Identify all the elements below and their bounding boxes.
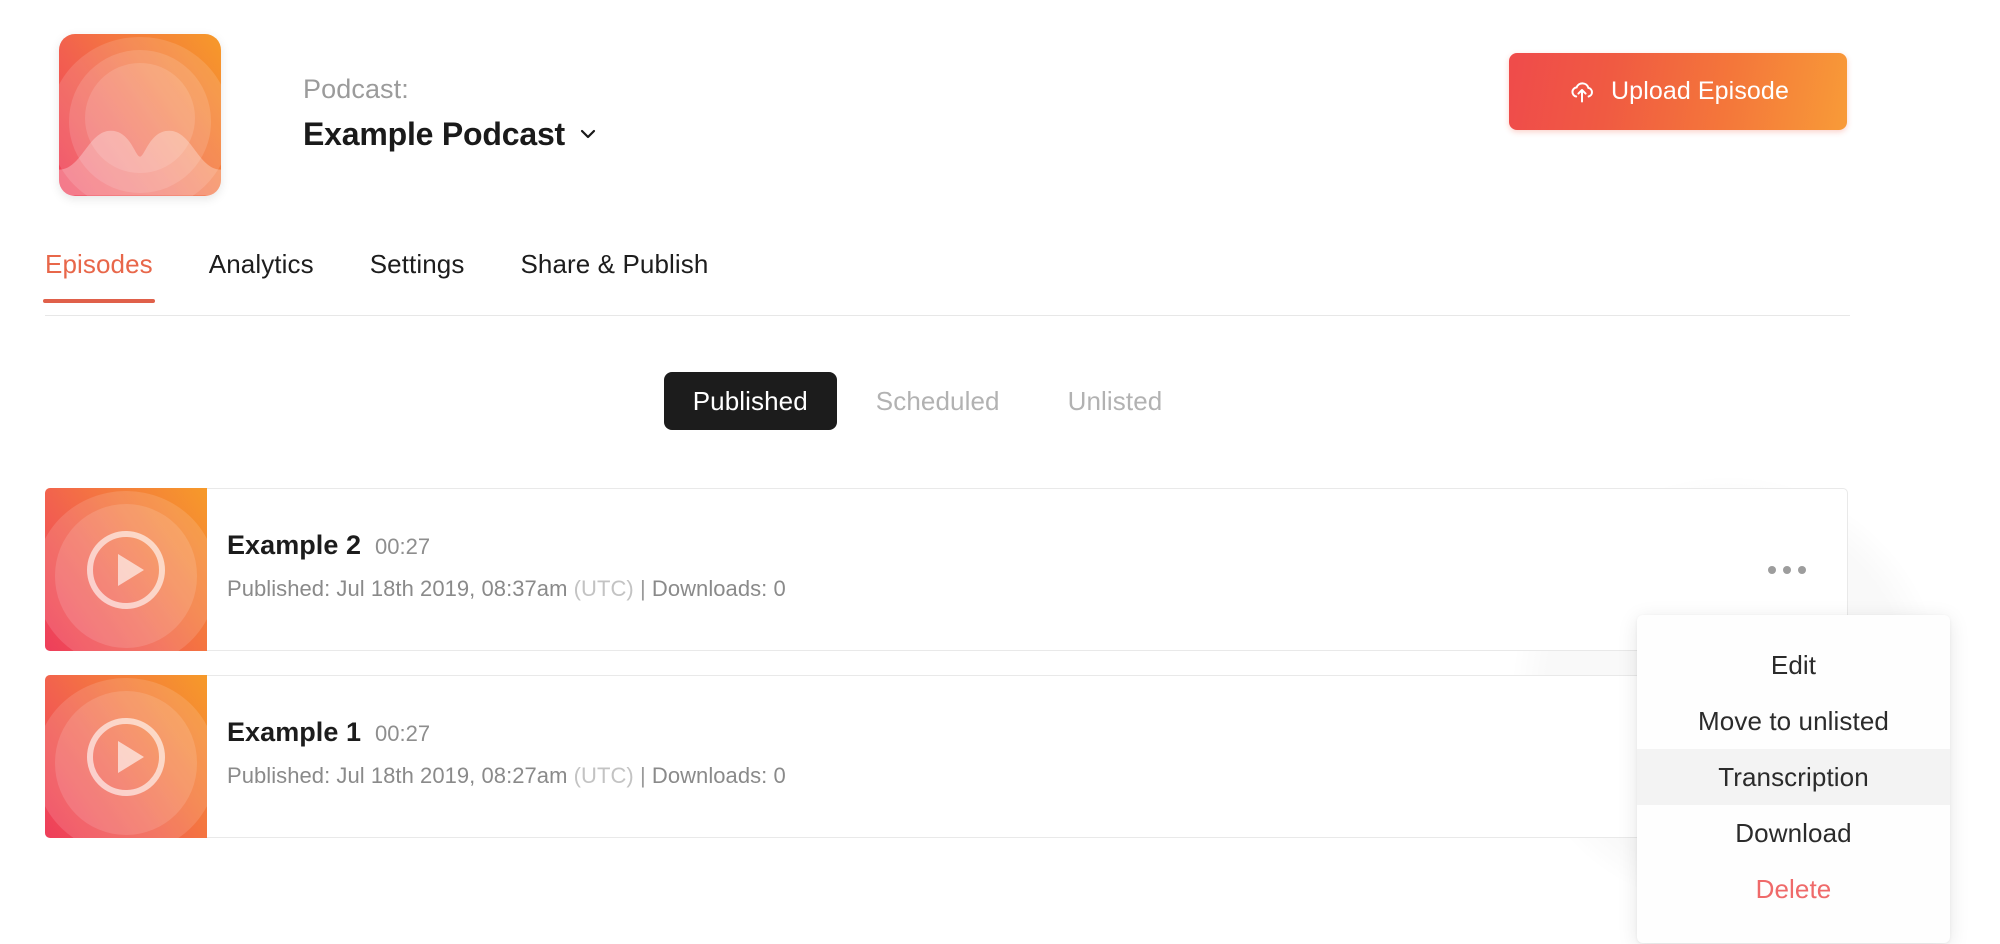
podcast-artwork xyxy=(59,34,221,196)
menu-item-move-to-unlisted[interactable]: Move to unlisted xyxy=(1637,693,1950,749)
podcast-selector[interactable]: Example Podcast xyxy=(303,115,598,153)
podcast-name: Example Podcast xyxy=(303,116,566,152)
upload-episode-label: Upload Episode xyxy=(1611,77,1789,105)
tab-share-publish[interactable]: Share & Publish xyxy=(520,248,708,302)
episode-published-date: Jul 18th 2019, 08:37am xyxy=(336,576,568,601)
episode-duration: 00:27 xyxy=(375,534,431,559)
play-circle-icon xyxy=(82,526,170,614)
podcast-kicker: Podcast: xyxy=(303,74,409,104)
tab-analytics[interactable]: Analytics xyxy=(209,248,314,302)
episode-thumbnail[interactable] xyxy=(45,488,207,651)
tab-settings[interactable]: Settings xyxy=(370,248,465,302)
episode-meta: Published: Jul 18th 2019, 08:27am (UTC) … xyxy=(227,762,1727,790)
filter-scheduled[interactable]: Scheduled xyxy=(847,372,1029,430)
episode-thumbnail[interactable] xyxy=(45,675,207,838)
episode-list: Example 2 00:27 Published: Jul 18th 2019… xyxy=(45,488,1848,862)
episode-timezone: (UTC) xyxy=(573,576,634,601)
kebab-dot xyxy=(1798,565,1806,574)
filter-unlisted[interactable]: Unlisted xyxy=(1039,372,1192,430)
header-titles: Podcast: Example Podcast xyxy=(303,72,598,153)
episode-downloads-count: 0 xyxy=(773,576,786,601)
episode-downloads-label: Downloads: xyxy=(651,576,768,601)
play-circle-icon xyxy=(82,713,170,801)
episode-timezone: (UTC) xyxy=(573,763,634,788)
episode-published-date: Jul 18th 2019, 08:27am xyxy=(336,763,568,788)
episode-title-row: Example 1 00:27 xyxy=(227,716,1727,749)
episode-title: Example 1 xyxy=(227,717,362,747)
episode-published-label: Published: xyxy=(227,576,331,601)
chevron-down-icon xyxy=(578,124,598,144)
cloud-upload-icon xyxy=(1567,77,1597,107)
episode-meta-separator: | xyxy=(639,763,646,788)
menu-item-edit[interactable]: Edit xyxy=(1637,637,1950,693)
upload-episode-button[interactable]: Upload Episode xyxy=(1509,53,1847,130)
kebab-dot xyxy=(1783,565,1791,574)
episode-downloads-label: Downloads: xyxy=(651,763,768,788)
page-header: Podcast: Example Podcast Upload Episode xyxy=(45,26,1850,196)
menu-item-delete[interactable]: Delete xyxy=(1637,861,1950,917)
episode-details: Example 1 00:27 Published: Jul 18th 2019… xyxy=(207,676,1727,837)
episode-downloads-count: 0 xyxy=(773,763,786,788)
episode-meta: Published: Jul 18th 2019, 08:37am (UTC) … xyxy=(227,575,1727,603)
menu-item-download[interactable]: Download xyxy=(1637,805,1950,861)
filter-published[interactable]: Published xyxy=(663,372,837,430)
artwork-wave-icon xyxy=(59,121,221,196)
episode-meta-separator: | xyxy=(639,576,646,601)
episode-duration: 00:27 xyxy=(375,721,431,746)
episode-row[interactable]: Example 1 00:27 Published: Jul 18th 2019… xyxy=(45,675,1848,838)
tab-episodes[interactable]: Episodes xyxy=(43,248,155,303)
episode-details: Example 2 00:27 Published: Jul 18th 2019… xyxy=(207,489,1727,650)
podcast-dashboard: Podcast: Example Podcast Upload Episode xyxy=(0,0,2000,944)
episode-context-menu: Edit Move to unlisted Transcription Down… xyxy=(1637,615,1950,943)
episode-status-filters: Published Scheduled Unlisted xyxy=(0,372,1855,430)
menu-item-transcription[interactable]: Transcription xyxy=(1637,749,1950,805)
main-tabs: Episodes Analytics Settings Share & Publ… xyxy=(43,248,1850,316)
episode-title-row: Example 2 00:27 xyxy=(227,529,1727,562)
episode-title: Example 2 xyxy=(227,530,362,560)
kebab-dot xyxy=(1768,565,1776,574)
kebab-menu-icon[interactable] xyxy=(1758,554,1816,586)
episode-published-label: Published: xyxy=(227,763,331,788)
episode-row[interactable]: Example 2 00:27 Published: Jul 18th 2019… xyxy=(45,488,1848,651)
